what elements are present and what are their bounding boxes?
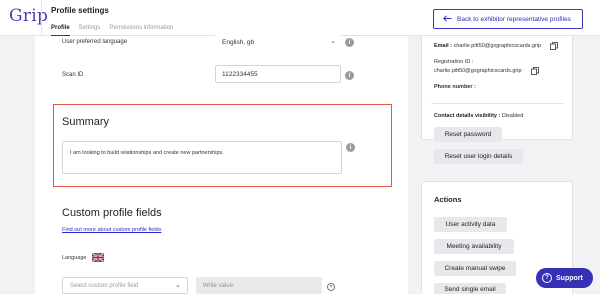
back-to-exhibitor-profiles-button[interactable]: Back to exhibitor representative profile… bbox=[433, 9, 583, 29]
custom-field-placeholder: Select custom profile field bbox=[70, 282, 139, 289]
registration-label: Registration ID : bbox=[434, 59, 474, 65]
reset-password-button[interactable]: Reset password bbox=[434, 127, 502, 142]
language-label: User preferred language bbox=[62, 39, 128, 45]
phone-label: Phone number : bbox=[434, 84, 476, 90]
support-label: Support bbox=[556, 274, 583, 282]
info-icon[interactable]: i bbox=[346, 143, 355, 152]
copy-icon[interactable] bbox=[531, 67, 539, 75]
email-value: charlie.pitt50@gxgraphicscards.grip bbox=[453, 43, 542, 49]
copy-icon[interactable] bbox=[550, 42, 558, 50]
meeting-availability-button[interactable]: Meeting availability bbox=[434, 239, 514, 254]
registration-value: charlie.pitt50@gxgraphicscards.grip bbox=[434, 68, 522, 74]
info-icon[interactable]: i bbox=[345, 38, 354, 47]
language-select[interactable]: English, gb ⌄ bbox=[215, 35, 341, 49]
support-button[interactable]: ? Support bbox=[536, 268, 593, 288]
custom-profile-fields-heading: Custom profile fields bbox=[62, 207, 162, 219]
arrow-left-icon bbox=[443, 14, 452, 24]
header-divider bbox=[41, 0, 42, 36]
scan-id-label: Scan ID bbox=[62, 72, 84, 78]
user-activity-data-button[interactable]: User activity data bbox=[434, 217, 507, 232]
grip-logo[interactable]: Grip bbox=[9, 6, 48, 26]
custom-profile-field-select[interactable]: Select custom profile field ⌄ bbox=[62, 277, 188, 294]
info-icon[interactable]: i bbox=[345, 71, 354, 80]
summary-heading: Summary bbox=[62, 116, 110, 128]
email-row: Email : charlie.pitt50@gxgraphicscards.g… bbox=[434, 43, 541, 49]
divider bbox=[431, 103, 564, 104]
summary-textarea[interactable]: I am looking to build relationships and … bbox=[62, 141, 342, 174]
uk-flag-icon[interactable] bbox=[92, 253, 104, 262]
scan-id-input[interactable]: 1122334455 bbox=[215, 65, 341, 83]
reset-user-login-details-button[interactable]: Reset user login details bbox=[434, 149, 523, 164]
clear-icon[interactable]: × bbox=[327, 283, 335, 291]
custom-fields-language-label: Language bbox=[62, 255, 87, 261]
app-header: Grip Profile settings Profile Settings P… bbox=[0, 0, 600, 37]
custom-field-value-input[interactable]: Write value bbox=[196, 277, 322, 294]
question-icon: ? bbox=[542, 273, 552, 283]
chevron-down-icon: ⌄ bbox=[330, 38, 336, 45]
actions-heading: Actions bbox=[434, 195, 462, 204]
visibility-value: Disabled bbox=[501, 113, 524, 119]
custom-profile-fields-link[interactable]: Find out more about custom profile field… bbox=[62, 227, 161, 233]
back-button-label: Back to exhibitor representative profile… bbox=[457, 15, 571, 23]
visibility-label: Contact details visibility : bbox=[434, 113, 501, 119]
language-select-value: English, gb bbox=[222, 38, 255, 46]
visibility-row: Contact details visibility : Disabled bbox=[434, 113, 523, 119]
create-manual-swipe-button[interactable]: Create manual swipe bbox=[434, 261, 516, 276]
send-single-email-button[interactable]: Send single email bbox=[434, 283, 506, 294]
chevron-down-icon: ⌄ bbox=[175, 282, 181, 289]
page-title: Profile settings bbox=[51, 6, 109, 15]
email-label: Email : bbox=[434, 43, 453, 49]
